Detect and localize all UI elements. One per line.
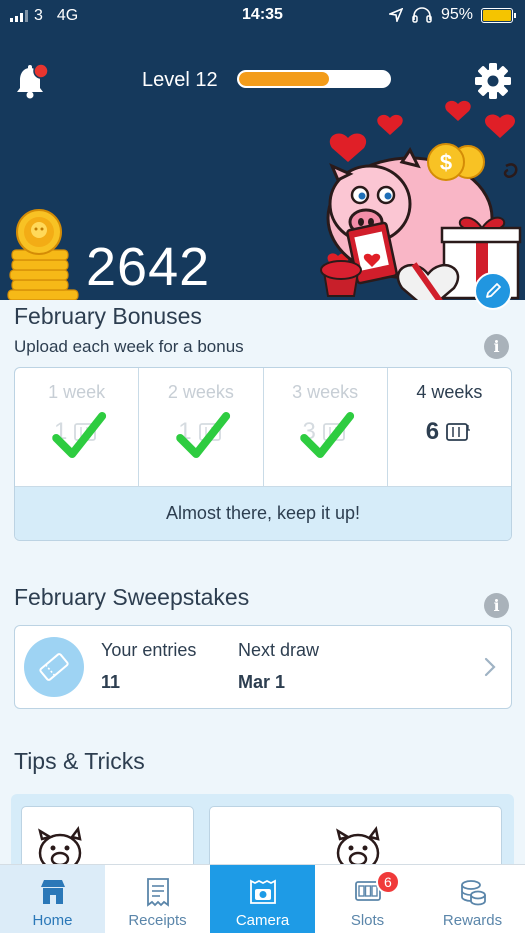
camera-icon	[249, 879, 276, 904]
entries-label: Your entries	[101, 640, 197, 660]
bonuses-title: February Bonuses	[14, 303, 202, 329]
level-label: Level 12	[142, 69, 218, 91]
home-icon	[40, 880, 65, 904]
battery-icon	[481, 7, 516, 23]
checkmark-icon	[300, 412, 355, 458]
bonuses-info-icon[interactable]: i	[484, 334, 509, 359]
sweepstakes-card[interactable]: Your entries 11 Next draw Mar 1	[14, 625, 512, 709]
tab-label: Slots	[350, 912, 385, 929]
tab-receipts[interactable]: Receipts	[105, 865, 210, 933]
tab-label: Camera	[235, 912, 290, 929]
tips-carousel[interactable]	[11, 794, 514, 874]
rewards-icon	[460, 880, 486, 906]
tab-slots[interactable]: 6 Slots	[315, 865, 420, 933]
week-label: 4 weeks	[416, 382, 483, 402]
tab-label: Receipts	[128, 912, 187, 929]
coin-stack-icon	[7, 209, 79, 300]
week-label: 1 week	[48, 382, 106, 402]
edit-button[interactable]	[474, 272, 512, 310]
bonuses-subtitle: Upload each week for a bonus	[14, 337, 244, 356]
week-label: 3 weeks	[292, 382, 359, 402]
piggy-bank-illustration: $	[320, 100, 522, 300]
week-2-cell: 2 weeks 1	[139, 368, 264, 486]
next-draw-value: Mar 1	[238, 672, 286, 692]
sweepstakes-info-icon[interactable]: i	[484, 593, 509, 618]
chevron-right-icon	[484, 657, 496, 677]
level-progress-bar	[237, 70, 391, 88]
checkmark-icon	[176, 412, 231, 458]
level-progress-fill	[239, 72, 329, 86]
slot-ticket-icon	[446, 423, 471, 441]
slots-badge: 6	[375, 870, 400, 894]
points-balance: 2642	[86, 237, 211, 297]
receipt-icon	[146, 878, 169, 907]
tab-label: Home	[32, 912, 73, 929]
battery-percent: 95%	[440, 6, 473, 23]
weekly-bonus-card: 1 week 1 2 weeks 1 3 weeks 3 4 weeks 6 A…	[14, 367, 512, 541]
tab-rewards[interactable]: Rewards	[420, 865, 525, 933]
week-label: 2 weeks	[167, 382, 234, 402]
settings-gear-icon[interactable]	[474, 62, 512, 100]
bonus-progress-message: Almost there, keep it up!	[15, 486, 511, 540]
location-arrow-icon	[388, 8, 403, 22]
next-draw-label: Next draw	[238, 640, 320, 660]
tab-camera[interactable]: Camera	[210, 865, 315, 933]
tips-title: Tips & Tricks	[14, 748, 145, 774]
notification-bell-icon[interactable]	[14, 62, 50, 102]
svg-text:$: $	[440, 150, 452, 175]
tab-home[interactable]: Home	[0, 865, 105, 933]
pencil-icon	[486, 283, 501, 298]
sweepstakes-title: February Sweepstakes	[14, 584, 250, 610]
week-bonus-value: 6	[425, 418, 440, 445]
week-3-cell: 3 weeks 3	[264, 368, 388, 486]
headphones-icon	[412, 7, 432, 23]
tab-label: Rewards	[442, 912, 503, 929]
checkmark-icon	[51, 412, 106, 458]
header: 3 4G 14:35 95% Level 12 2642 $	[0, 0, 525, 300]
ticket-icon	[24, 637, 84, 697]
entries-value: 11	[101, 672, 121, 692]
bottom-tab-bar: Home Receipts Camera 6 Slots Rewards	[0, 864, 525, 933]
status-bar: 3 4G 14:35 95%	[0, 0, 525, 32]
week-4-cell: 4 weeks 6	[388, 368, 511, 486]
week-1-cell: 1 week 1	[15, 368, 140, 486]
